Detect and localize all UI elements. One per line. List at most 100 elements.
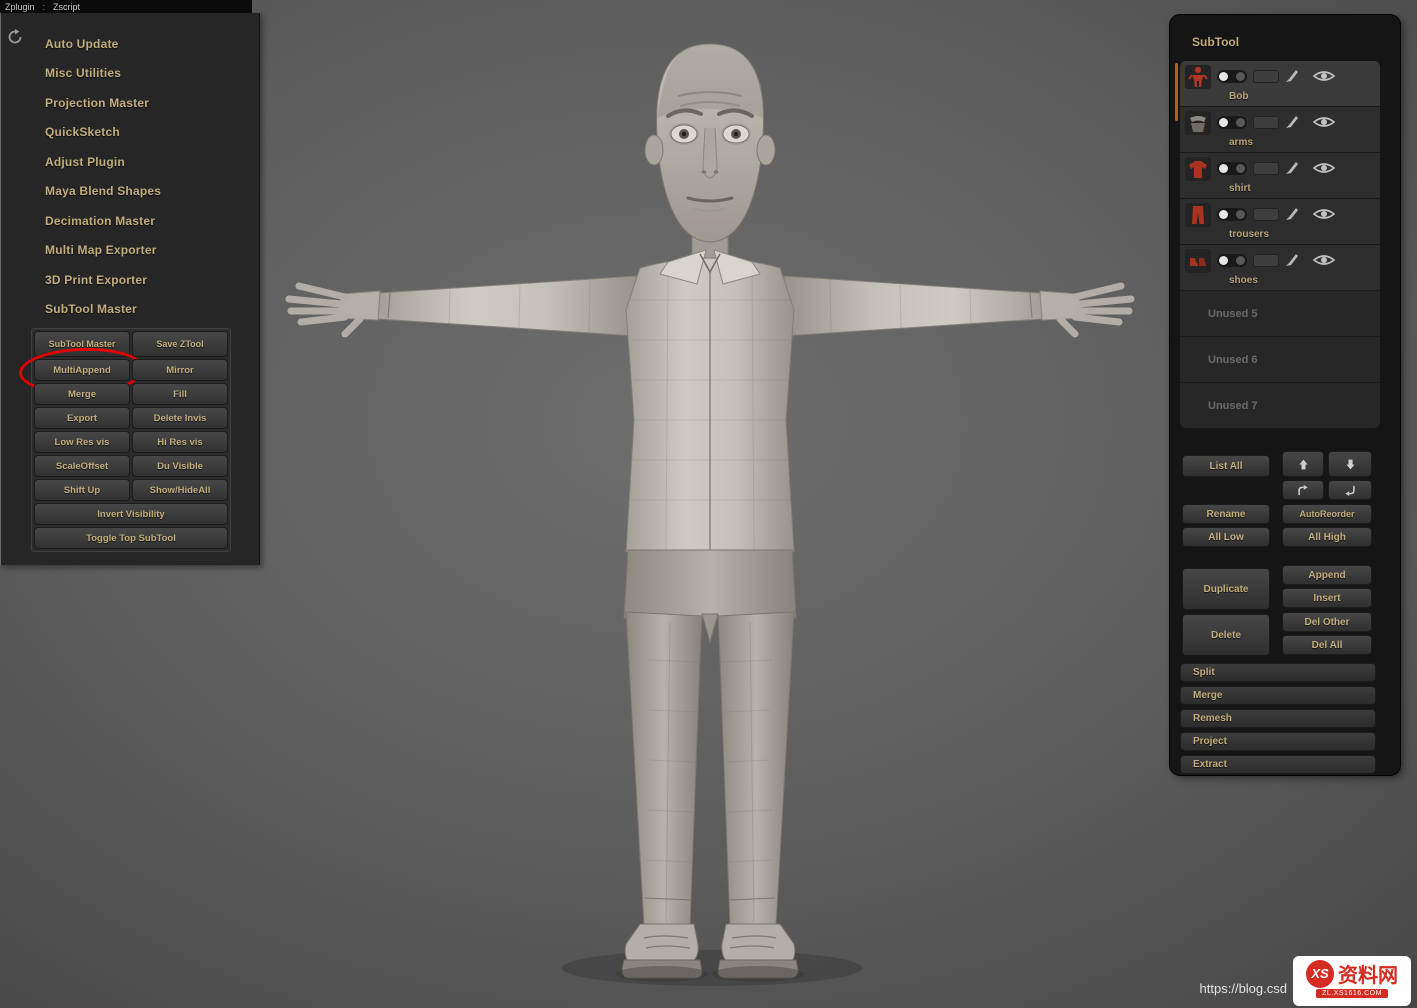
subtool-master-button-invert-visibility[interactable]: Invert Visibility xyxy=(34,503,228,525)
subtool-master-button-toggle-top-subtool[interactable]: Toggle Top SubTool xyxy=(34,527,228,549)
polypaint-toggle[interactable] xyxy=(1217,116,1247,129)
subtool-master-button-low-res-vis[interactable]: Low Res vis xyxy=(34,431,130,453)
menu-item-multi-map-exporter[interactable]: Multi Map Exporter xyxy=(45,236,245,266)
subtool-slider[interactable] xyxy=(1253,208,1279,221)
append-button[interactable]: Append xyxy=(1282,565,1372,585)
subtool-item-unused-6[interactable]: Unused 6 xyxy=(1180,337,1380,383)
menu-item-auto-update[interactable]: Auto Update xyxy=(45,29,245,59)
menu-item-misc-utilities[interactable]: Misc Utilities xyxy=(45,59,245,89)
list-all-button[interactable]: List All xyxy=(1182,455,1270,477)
subtool-master-button-show-hideall[interactable]: Show/HideAll xyxy=(132,479,228,501)
subtool-master-button-merge[interactable]: Merge xyxy=(34,383,130,405)
extract-button[interactable]: Extract xyxy=(1180,755,1376,774)
menu-item-subtool-master[interactable]: SubTool Master xyxy=(45,295,245,325)
tab-zplugin[interactable]: Zplugin xyxy=(5,2,35,12)
refresh-icon[interactable] xyxy=(7,29,23,45)
subtool-master-button-scaleoffset[interactable]: ScaleOffset xyxy=(34,455,130,477)
zbrush-window: Zplugin : Zscript Auto UpdateMisc Utilit… xyxy=(0,0,1417,1008)
brush-icon[interactable] xyxy=(1285,69,1300,84)
subtool-item-arms[interactable]: arms xyxy=(1180,107,1380,153)
subtool-master-button-mirror[interactable]: Mirror xyxy=(132,359,228,381)
split-button[interactable]: Split xyxy=(1180,663,1376,682)
plugin-menu-list: Auto UpdateMisc UtilitiesProjection Mast… xyxy=(45,29,245,324)
watermark-url: https://blog.csd xyxy=(1200,981,1287,996)
del-all-button[interactable]: Del All xyxy=(1282,635,1372,655)
subtool-master-button-du-visible[interactable]: Du Visible xyxy=(132,455,228,477)
subtool-master-button-shift-up[interactable]: Shift Up xyxy=(34,479,130,501)
subtool-thumbnail-shirt xyxy=(1185,157,1211,181)
subtool-master-button-delete-invis[interactable]: Delete Invis xyxy=(132,407,228,429)
eye-visibility-icon[interactable] xyxy=(1312,115,1336,130)
subtool-slider[interactable] xyxy=(1253,116,1279,129)
subtool-panel-title: SubTool xyxy=(1192,35,1239,49)
subtool-master-wide-buttons: Invert VisibilityToggle Top SubTool xyxy=(34,503,228,549)
menu-item-projection-master[interactable]: Projection Master xyxy=(45,88,245,118)
move-to-top-button[interactable] xyxy=(1282,480,1324,500)
subtool-thumbnail-bob xyxy=(1185,65,1211,89)
subtool-master-button-fill[interactable]: Fill xyxy=(132,383,228,405)
autoreorder-button[interactable]: AutoReorder xyxy=(1282,504,1372,524)
eye-visibility-icon[interactable] xyxy=(1312,253,1336,268)
menu-item-adjust-plugin[interactable]: Adjust Plugin xyxy=(45,147,245,177)
watermark: https://blog.csd XS 资料网 ZL.XS1616.COM xyxy=(1200,956,1411,1006)
polypaint-toggle[interactable] xyxy=(1217,208,1247,221)
insert-button[interactable]: Insert xyxy=(1282,588,1372,608)
tab-zscript[interactable]: Zscript xyxy=(53,2,80,12)
subtool-item-trousers[interactable]: trousers xyxy=(1180,199,1380,245)
project-button[interactable]: Project xyxy=(1180,732,1376,751)
subtool-name: shirt xyxy=(1229,181,1375,196)
move-up-button[interactable] xyxy=(1282,451,1324,477)
brush-icon[interactable] xyxy=(1285,207,1300,222)
eye-visibility-icon[interactable] xyxy=(1312,207,1336,222)
subtool-list: BobarmsshirttrousersshoesUnused 5Unused … xyxy=(1180,61,1380,429)
brush-icon[interactable] xyxy=(1285,161,1300,176)
polypaint-toggle[interactable] xyxy=(1217,162,1247,175)
eye-visibility-icon[interactable] xyxy=(1312,161,1336,176)
subtool-master-button-hi-res-vis[interactable]: Hi Res vis xyxy=(132,431,228,453)
scroll-indicator[interactable] xyxy=(1175,63,1178,121)
brush-icon[interactable] xyxy=(1285,253,1300,268)
subtool-master-button-multiappend[interactable]: MultiAppend xyxy=(34,359,130,381)
subtool-master-submenu: SubTool MasterSave ZToolMultiAppendMirro… xyxy=(31,328,231,552)
all-low-button[interactable]: All Low xyxy=(1182,527,1270,547)
subtool-item-bob[interactable]: Bob xyxy=(1180,61,1380,107)
subtool-item-shirt[interactable]: shirt xyxy=(1180,153,1380,199)
subtool-item-unused-7[interactable]: Unused 7 xyxy=(1180,383,1380,429)
site-logo: XS 资料网 ZL.XS1616.COM xyxy=(1293,956,1411,1006)
move-down-button[interactable] xyxy=(1328,451,1372,477)
subtool-slider[interactable] xyxy=(1253,70,1279,83)
torso-shirt xyxy=(626,250,794,552)
merge-button[interactable]: Merge xyxy=(1180,686,1376,705)
subtool-slider[interactable] xyxy=(1253,162,1279,175)
all-high-button[interactable]: All High xyxy=(1282,527,1372,547)
subtool-master-button-save-ztool[interactable]: Save ZTool xyxy=(132,331,228,357)
move-to-bottom-button[interactable] xyxy=(1328,480,1372,500)
subtool-thumbnail-trousers xyxy=(1185,203,1211,227)
menu-item-3d-print-exporter[interactable]: 3D Print Exporter xyxy=(45,265,245,295)
polypaint-toggle[interactable] xyxy=(1217,70,1247,83)
subtool-slider[interactable] xyxy=(1253,254,1279,267)
subtool-master-button-export[interactable]: Export xyxy=(34,407,130,429)
polypaint-toggle[interactable] xyxy=(1217,254,1247,267)
subtool-master-button-subtool-master[interactable]: SubTool Master xyxy=(34,331,130,357)
delete-button[interactable]: Delete xyxy=(1182,614,1270,656)
brush-icon[interactable] xyxy=(1285,115,1300,130)
subtool-name: trousers xyxy=(1229,227,1375,242)
menu-item-maya-blend-shapes[interactable]: Maya Blend Shapes xyxy=(45,177,245,207)
duplicate-button[interactable]: Duplicate xyxy=(1182,568,1270,610)
top-menu-bar: Zplugin : Zscript xyxy=(0,0,252,13)
floor-shadow xyxy=(562,950,862,986)
remesh-button[interactable]: Remesh xyxy=(1180,709,1376,728)
subtool-thumbnail-arms xyxy=(1185,111,1211,135)
del-other-button[interactable]: Del Other xyxy=(1282,612,1372,632)
subtool-item-unused-5[interactable]: Unused 5 xyxy=(1180,291,1380,337)
rename-button[interactable]: Rename xyxy=(1182,504,1270,524)
menu-item-quicksketch[interactable]: QuickSketch xyxy=(45,118,245,148)
subtool-master-button-grid: SubTool MasterSave ZToolMultiAppendMirro… xyxy=(34,331,228,501)
zplugin-menu-panel: Auto UpdateMisc UtilitiesProjection Mast… xyxy=(0,13,260,565)
subtool-panel: SubTool BobarmsshirttrousersshoesUnused … xyxy=(1170,15,1400,775)
subtool-thumbnail-shoes xyxy=(1185,249,1211,273)
menu-item-decimation-master[interactable]: Decimation Master xyxy=(45,206,245,236)
subtool-item-shoes[interactable]: shoes xyxy=(1180,245,1380,291)
eye-visibility-icon[interactable] xyxy=(1312,69,1336,84)
